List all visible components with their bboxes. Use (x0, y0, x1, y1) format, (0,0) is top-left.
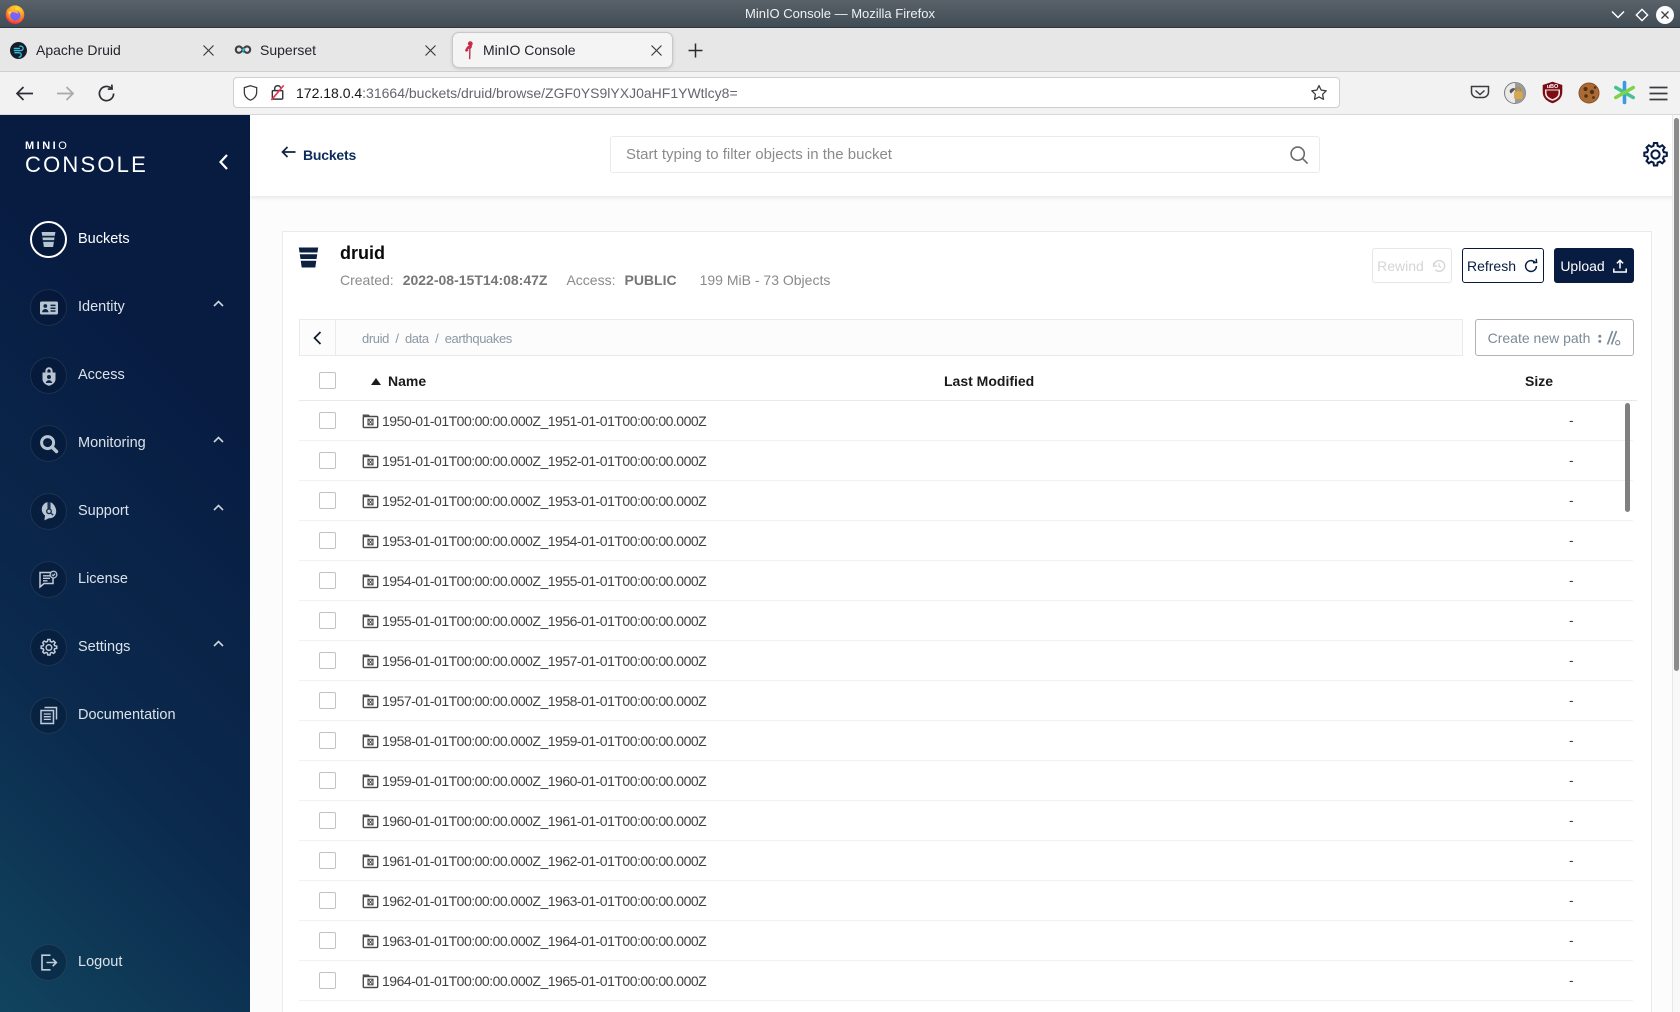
svg-text:uBO: uBO (1547, 84, 1559, 90)
